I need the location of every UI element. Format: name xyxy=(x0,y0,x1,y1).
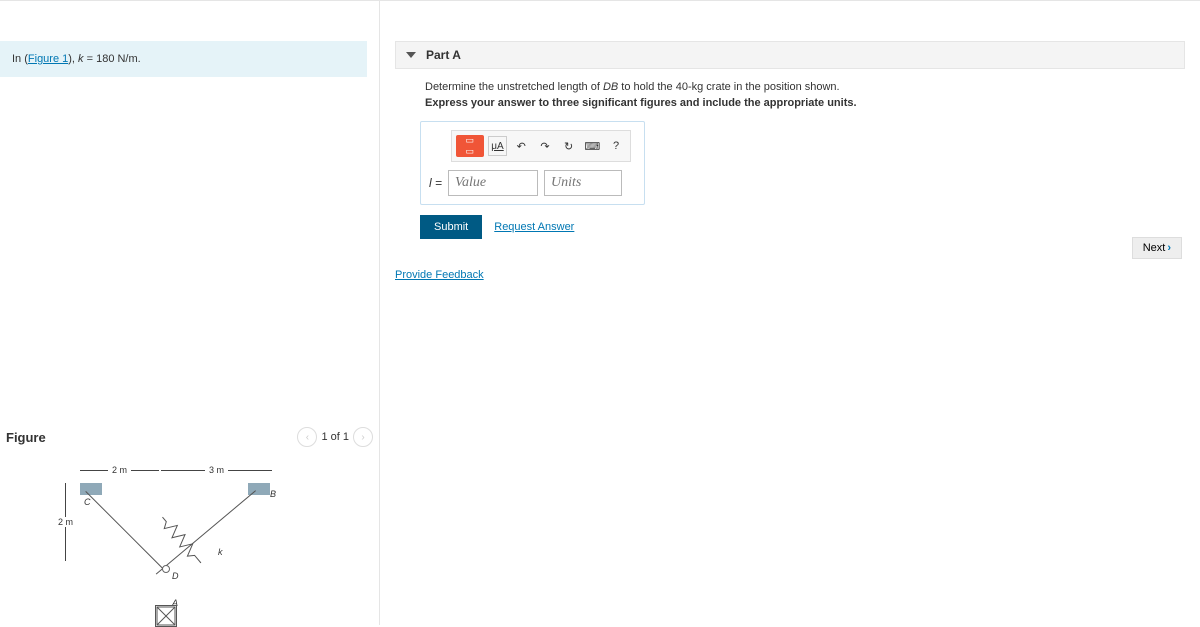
instruction-text: Express your answer to three significant… xyxy=(425,97,1155,109)
part-title: Part A xyxy=(426,48,461,62)
label-d: D xyxy=(172,571,179,581)
label-c: C xyxy=(84,497,91,507)
problem-statement: In (Figure 1), k = 180 N/m. xyxy=(0,41,367,77)
request-answer-link[interactable]: Request Answer xyxy=(494,221,574,233)
collapse-icon xyxy=(406,52,416,58)
dim-label-3m-top: 3 m xyxy=(209,465,224,475)
pager-next[interactable]: › xyxy=(353,427,373,447)
variable-db: DB xyxy=(603,81,618,93)
question-prompt: Determine the unstretched length of DB t… xyxy=(395,69,1185,121)
pager-label: 1 of 1 xyxy=(321,431,349,443)
undo-button[interactable]: ↶ xyxy=(511,136,531,156)
part-header[interactable]: Part A xyxy=(395,41,1185,69)
units-mode-button[interactable]: μA xyxy=(488,136,508,156)
submit-button[interactable]: Submit xyxy=(420,215,482,239)
cable-cd xyxy=(85,491,163,569)
text: = 180 N/m. xyxy=(84,53,141,65)
label-b: B xyxy=(270,489,276,499)
answer-label: l = xyxy=(429,176,442,190)
help-button[interactable]: ? xyxy=(606,136,626,156)
text: to hold the 40-kg crate in the position … xyxy=(618,81,839,93)
figure-diagram: 2 m 3 m 2 m C B k D A xyxy=(0,455,379,625)
provide-feedback-link[interactable]: Provide Feedback xyxy=(395,269,1185,281)
reset-button[interactable]: ↻ xyxy=(559,136,579,156)
pager-prev[interactable]: ‹ xyxy=(297,427,317,447)
value-input[interactable] xyxy=(448,170,538,196)
keyboard-button[interactable]: ⌨ xyxy=(583,136,603,156)
joint-d xyxy=(162,565,170,573)
label-k: k xyxy=(218,547,223,557)
figure-link[interactable]: Figure 1 xyxy=(28,53,68,65)
text: Determine the unstretched length of xyxy=(425,81,603,93)
support-c xyxy=(80,483,102,495)
answer-input-area: ▭▭ μA ↶ ↷ ↻ ⌨ ? l = xyxy=(420,121,645,205)
units-input[interactable] xyxy=(544,170,622,196)
figure-heading: Figure xyxy=(6,430,46,445)
crate-icon xyxy=(155,605,177,627)
dim-label-2m-left: 2 m xyxy=(58,517,73,527)
template-button[interactable]: ▭▭ xyxy=(456,135,484,157)
figure-pager: ‹ 1 of 1 › xyxy=(297,427,373,447)
text: ), xyxy=(68,53,78,65)
dim-label-2m-top: 2 m xyxy=(112,465,127,475)
answer-toolbar: ▭▭ μA ↶ ↷ ↻ ⌨ ? xyxy=(451,130,631,162)
next-button[interactable]: Next› xyxy=(1132,237,1182,259)
redo-button[interactable]: ↷ xyxy=(535,136,555,156)
text: In ( xyxy=(12,53,28,65)
